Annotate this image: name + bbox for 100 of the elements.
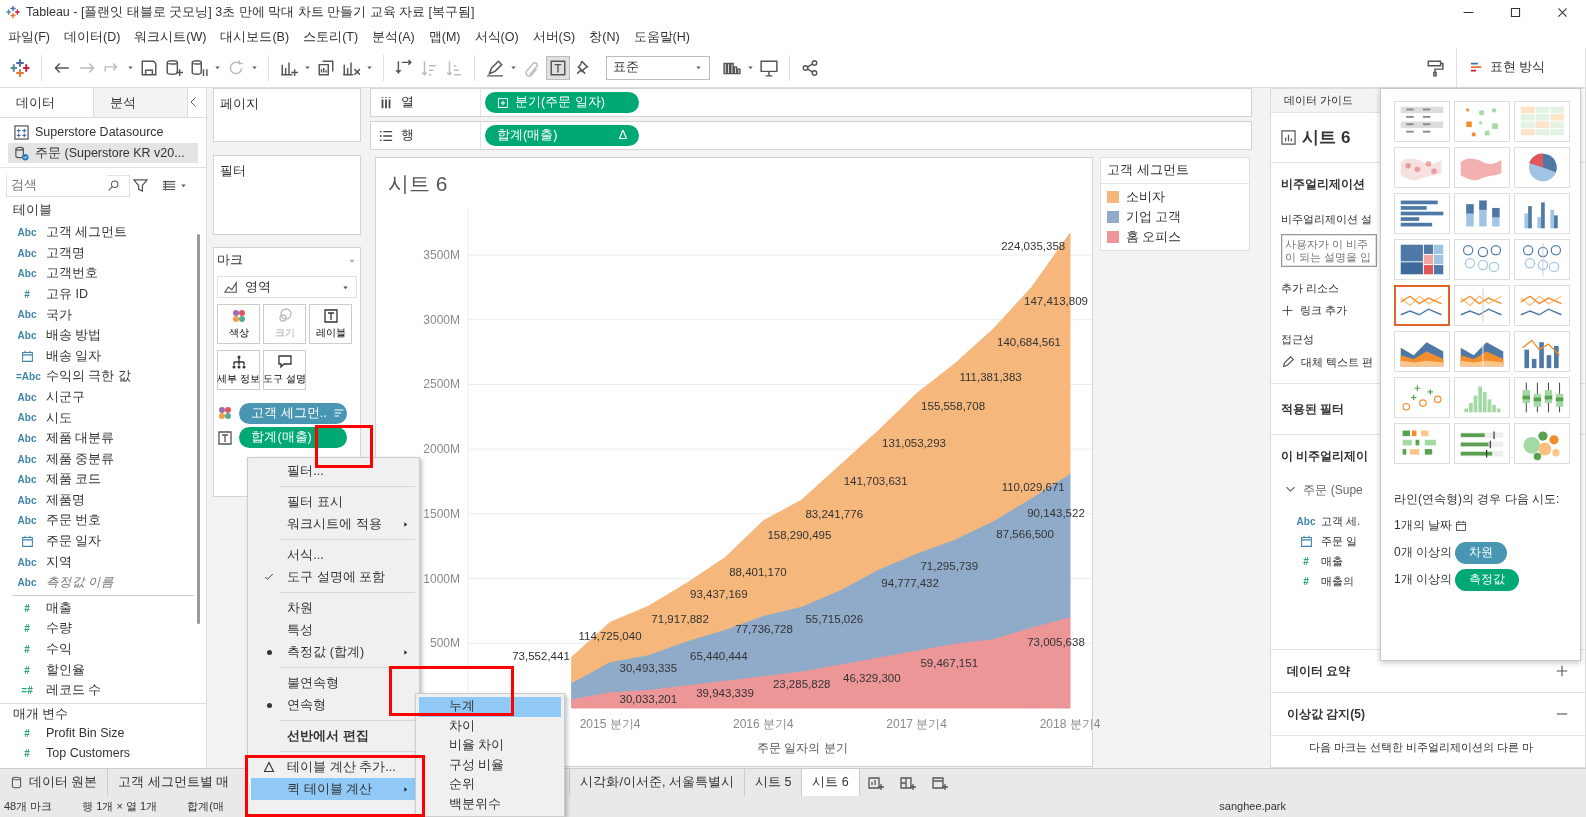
pencil-icon[interactable] xyxy=(1281,355,1295,370)
menu-item[interactable]: 창(N) xyxy=(583,25,628,47)
menu-item[interactable]: 파일(F) xyxy=(2,25,58,47)
caret-icon[interactable] xyxy=(509,63,518,72)
menu-item[interactable]: 도움말(H) xyxy=(627,25,698,47)
menu-item[interactable]: 퀵 테이블 계산 xyxy=(251,778,416,800)
menu-item[interactable]: 불연속형 xyxy=(251,672,416,694)
menu-item[interactable]: 데이터(D) xyxy=(57,25,129,47)
caret-icon[interactable] xyxy=(179,181,188,190)
label-icon[interactable] xyxy=(546,55,570,80)
stacked-bars-thumbnail[interactable] xyxy=(1454,193,1510,234)
highlight-table-thumbnail[interactable] xyxy=(1514,101,1570,142)
field-item[interactable]: 제품 중분류 xyxy=(46,449,115,469)
expand-icon[interactable] xyxy=(1555,664,1569,679)
menu-item[interactable]: 측정값 (합계) xyxy=(251,641,416,663)
maximize-icon[interactable] xyxy=(1509,5,1522,19)
legend-label[interactable]: 홈 오피스 xyxy=(1125,227,1181,247)
filled-map-thumbnail[interactable] xyxy=(1454,147,1510,188)
fit-dropdown[interactable]: 표준 xyxy=(606,55,710,80)
mark-button[interactable]: 세부 정보 xyxy=(217,350,261,391)
discrete-line-chart-thumbnail[interactable] xyxy=(1454,285,1510,326)
side-by-side-circles-thumbnail[interactable] xyxy=(1514,239,1570,280)
field-item[interactable]: 주문 번호 xyxy=(46,511,102,531)
menu-item[interactable]: 필터... xyxy=(251,460,416,482)
menu-item[interactable]: 대시보드(B) xyxy=(214,25,298,47)
menu-item[interactable]: 연속형 xyxy=(251,694,416,716)
field-item[interactable]: 제품 대분류 xyxy=(46,429,115,448)
list-view-icon[interactable] xyxy=(161,178,176,193)
field-item[interactable]: 고객번호 xyxy=(46,264,98,284)
mark-type-dropdown[interactable]: 영역 xyxy=(217,276,357,299)
field-item[interactable]: 고유 ID xyxy=(46,284,88,304)
pie-chart-thumbnail[interactable] xyxy=(1514,147,1570,188)
new-story-icon[interactable] xyxy=(931,774,948,791)
close-icon[interactable] xyxy=(1556,5,1569,19)
caret-icon[interactable] xyxy=(365,63,374,72)
field-item[interactable]: 매출 xyxy=(46,598,72,618)
discrete-area-chart-thumbnail[interactable] xyxy=(1454,331,1510,372)
packed-bubbles-thumbnail[interactable] xyxy=(1514,423,1570,464)
caret-icon[interactable] xyxy=(303,63,312,72)
menu-item[interactable]: 스토리(T) xyxy=(297,25,367,47)
field-item[interactable]: 시도 xyxy=(46,408,72,428)
add-link[interactable]: 링크 추가 xyxy=(1300,302,1348,319)
user-name[interactable]: sanghee.park xyxy=(1219,798,1286,815)
menu-item[interactable]: 선반에서 편집 xyxy=(251,725,416,747)
legend-label[interactable]: 소비자 xyxy=(1125,187,1165,207)
caret-icon[interactable] xyxy=(746,63,755,72)
description-field[interactable]: 사용자가 이 비주 이 되는 설명을 입 xyxy=(1281,234,1377,268)
field-item[interactable]: 고객명 xyxy=(46,243,85,263)
menu-item[interactable]: 맵(M) xyxy=(422,25,469,47)
heat-map-thumbnail[interactable] xyxy=(1454,101,1510,142)
plus-icon[interactable] xyxy=(1281,304,1294,318)
scatter-plot-thumbnail[interactable] xyxy=(1394,377,1450,418)
field-item[interactable]: 측정값 이름 xyxy=(46,573,115,592)
field-item[interactable]: 수량 xyxy=(46,619,72,639)
horizontal-bars-thumbnail[interactable] xyxy=(1394,193,1450,234)
box-plot-thumbnail[interactable] xyxy=(1514,377,1570,418)
mark-button[interactable]: 색상 xyxy=(217,304,261,345)
menu-item[interactable]: 서버(S) xyxy=(526,25,584,47)
field-item[interactable]: 배송 일자 xyxy=(46,346,102,366)
guide-tab[interactable]: 데이터 가이드 xyxy=(1271,89,1383,113)
menu-item[interactable]: 비율 차이 xyxy=(419,736,561,756)
menu-item[interactable]: 서식... xyxy=(251,544,416,566)
bullet-graph-thumbnail[interactable] xyxy=(1454,423,1510,464)
field-item[interactable]: 주문 일자 xyxy=(46,532,102,551)
menu-item[interactable]: 서식(O) xyxy=(468,25,527,47)
mark-button[interactable]: 도구 설명 xyxy=(263,350,307,391)
parameter-item[interactable]: Profit Bin Size xyxy=(46,724,125,743)
sheet-tab[interactable]: 시트 6 xyxy=(802,769,860,796)
field-item[interactable]: 제품 코드 xyxy=(46,470,102,490)
menu-item[interactable]: 차원 xyxy=(251,597,416,619)
dual-line-chart-thumbnail[interactable] xyxy=(1514,285,1570,326)
field-item[interactable]: 지역 xyxy=(46,552,72,572)
field-item[interactable]: 할인율 xyxy=(46,660,85,680)
symbol-map-thumbnail[interactable] xyxy=(1394,147,1450,188)
legend-label[interactable]: 기업 고객 xyxy=(1125,207,1181,227)
menu-item[interactable]: 도구 설명에 포함 xyxy=(251,566,416,588)
scrollbar-thumb[interactable] xyxy=(197,234,200,625)
line-chart-thumbnail[interactable] xyxy=(1394,285,1450,326)
menu-item[interactable]: 필터 표시 xyxy=(251,491,416,513)
datasource-item[interactable]: 주문 (Superstore KR v20... xyxy=(8,143,198,164)
new-worksheet-icon[interactable] xyxy=(867,774,884,791)
menu-item[interactable]: 분석(A) xyxy=(366,25,423,47)
field-item[interactable]: 수익의 극한 값 xyxy=(46,367,131,387)
parameter-item[interactable]: Top Customers xyxy=(46,744,131,763)
menu-item[interactable]: 워크시트(W) xyxy=(128,25,215,47)
caret-icon[interactable] xyxy=(213,63,222,72)
menu-item[interactable]: 차이 xyxy=(419,716,561,736)
menu-item[interactable]: 특성 xyxy=(251,619,416,641)
circle-view-thumbnail[interactable] xyxy=(1454,239,1510,280)
histogram-thumbnail[interactable] xyxy=(1454,377,1510,418)
text-table-thumbnail[interactable] xyxy=(1394,101,1450,142)
gantt-chart-thumbnail[interactable] xyxy=(1394,423,1450,464)
filter-icon[interactable] xyxy=(133,178,149,193)
field-item[interactable]: 제품명 xyxy=(46,490,85,510)
paint-roller-icon[interactable] xyxy=(1425,58,1444,77)
show-me-button[interactable]: 표현 방식 xyxy=(1456,48,1586,87)
field-item[interactable]: 국가 xyxy=(46,305,72,325)
dual-combination-chart-thumbnail[interactable] xyxy=(1514,331,1570,372)
mark-button[interactable]: 레이블 xyxy=(309,304,353,345)
menu-item[interactable]: 워크시트에 적용 xyxy=(251,513,416,535)
